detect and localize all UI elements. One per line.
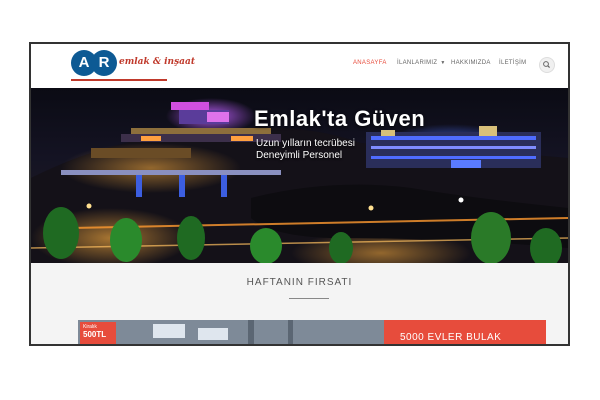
listing-photo-window: [153, 324, 185, 338]
hero-title: Emlak'ta Güven: [254, 106, 426, 131]
hero-subtitle: Uzun yılların tecrübesi Deneyimli Person…: [256, 138, 355, 162]
logo-letter-r: R: [91, 50, 117, 76]
hero-subtitle-line-1: Uzun yılların tecrübesi: [256, 138, 355, 149]
nav-item-about[interactable]: HAKKIMIZDA: [451, 60, 491, 66]
search-icon: [543, 61, 551, 69]
browser-frame: A R emlak & inşaat ANASAYFA İLANLARIMIZ ▼…: [29, 42, 570, 346]
nav-item-listings-label: İLANLARIMIZ: [397, 60, 438, 66]
weekly-deal-section: HAFTANIN FIRSATI Kiralık 500TL 5000 EVLE…: [31, 263, 568, 344]
hero-subtitle-line-2: Deneyimli Personel: [256, 150, 343, 161]
listing-photo-window: [198, 328, 228, 340]
listing-photo-post: [288, 320, 293, 344]
nav-item-contact[interactable]: İLETİŞİM: [499, 60, 526, 66]
listing-promo-panel[interactable]: 5000 EVLER BULAK: [384, 320, 546, 344]
nav-item-home[interactable]: ANASAYFA: [353, 60, 387, 66]
listing-title: 5000 EVLER BULAK: [400, 332, 502, 343]
listing-photo-post: [248, 320, 254, 344]
logo-underline: [71, 79, 167, 81]
nav-item-listings[interactable]: İLANLARIMIZ ▼: [397, 60, 446, 66]
search-button[interactable]: [539, 57, 555, 73]
site-logo[interactable]: A R emlak & inşaat: [71, 50, 195, 82]
hero-banner: Emlak'ta Güven Uzun yılların tecrübesi D…: [31, 88, 568, 263]
listing-price: 500TL: [83, 330, 107, 339]
listing-photo[interactable]: [78, 320, 384, 344]
site-header: A R emlak & inşaat ANASAYFA İLANLARIMIZ ▼…: [31, 44, 568, 89]
listing-badge: Kiralık 500TL: [80, 322, 116, 344]
section-title: HAFTANIN FIRSATI: [246, 277, 353, 288]
logo-tagline: emlak & inşaat: [119, 57, 195, 67]
section-divider: [289, 298, 329, 299]
chevron-down-icon: ▼: [440, 60, 446, 66]
